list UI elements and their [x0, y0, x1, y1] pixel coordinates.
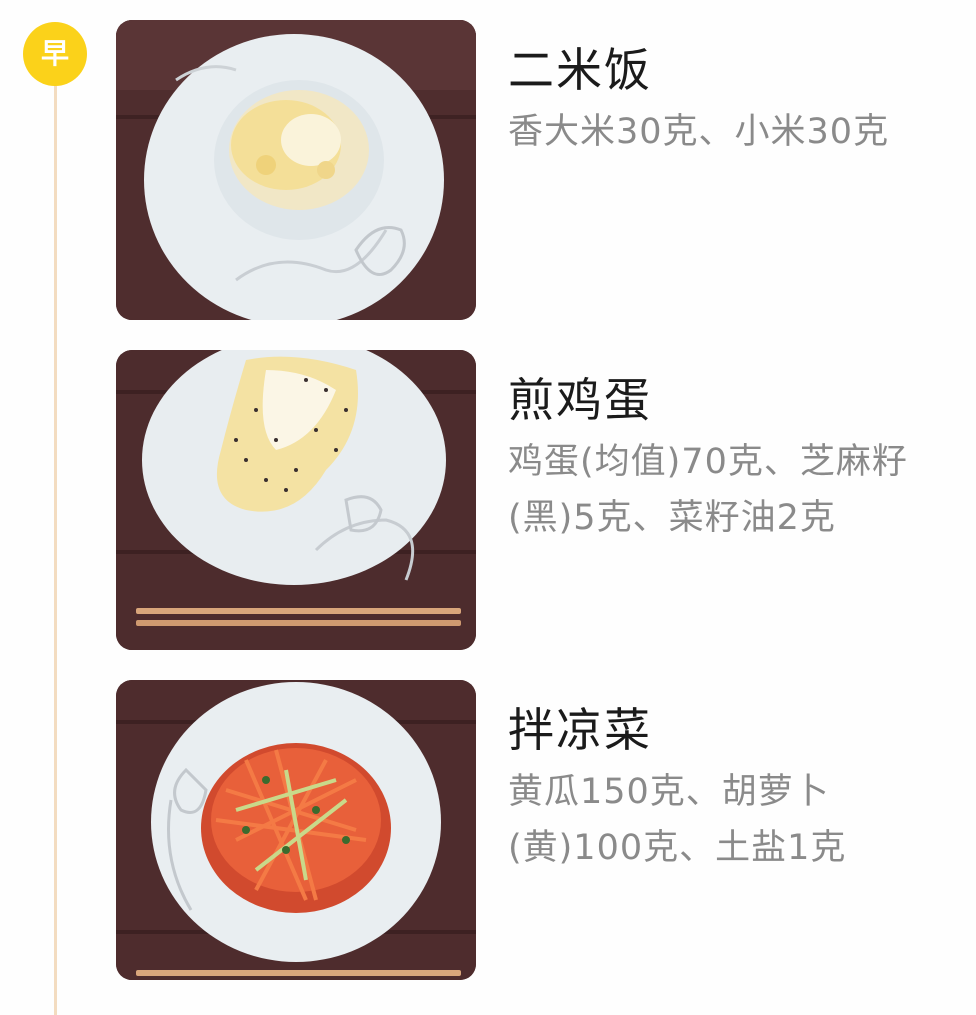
dish-card-rice: 二米饭 香大米30克、小米30克: [116, 20, 956, 320]
dish-card-fried-egg: 煎鸡蛋 鸡蛋(均值)70克、芝麻籽(黑)5克、菜籽油2克: [116, 350, 956, 650]
dish-ingredients: 鸡蛋(均值)70克、芝麻籽(黑)5克、菜籽油2克: [508, 442, 908, 538]
dish-ingredients: 黄瓜150克、胡萝卜(黄)100克、土盐1克: [508, 772, 847, 868]
dish-name: 二米饭: [508, 43, 652, 97]
rice-bowl-photo: [116, 20, 476, 320]
meal-badge-breakfast: 早: [23, 22, 87, 86]
dish-name: 煎鸡蛋: [508, 373, 652, 427]
dish-ingredients: 香大米30克、小米30克: [508, 112, 890, 152]
fried-egg-photo: [116, 350, 476, 650]
timeline-line: [54, 60, 57, 1015]
salad-photo: [116, 680, 476, 980]
dish-card-salad: 拌凉菜 黄瓜150克、胡萝卜(黄)100克、土盐1克: [116, 680, 956, 980]
dish-name: 拌凉菜: [508, 703, 652, 757]
